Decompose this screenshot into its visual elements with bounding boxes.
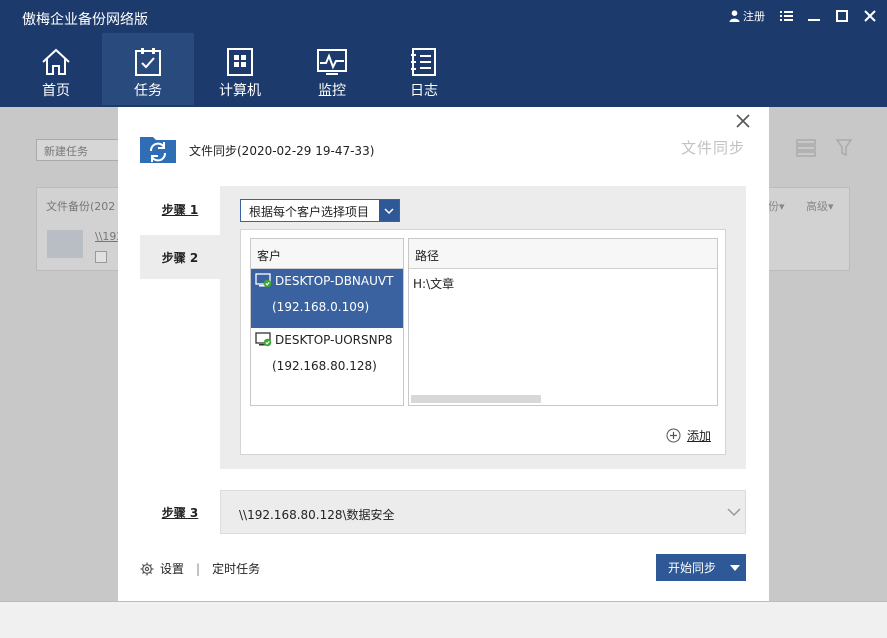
new-task-button[interactable]: 新建任务 (36, 139, 120, 161)
path-list: 路径 H:\文章 (408, 238, 718, 406)
minimize-button[interactable] (807, 9, 821, 23)
home-icon (42, 48, 70, 75)
horizontal-scrollbar[interactable] (411, 395, 541, 403)
nav-item-computer[interactable]: 计算机 (194, 33, 286, 105)
client-name: DESKTOP-UORSNP8 (275, 332, 393, 347)
dialog-footer-links: 设置 | 定时任务 (140, 560, 260, 577)
plus-circle-icon (666, 428, 681, 443)
start-sync-label: 开始同步 (667, 561, 716, 575)
schedule-link[interactable]: 定时任务 (212, 560, 260, 577)
folder-arrow-icon (47, 230, 83, 258)
menu-icon (779, 11, 793, 21)
filter-icon[interactable] (836, 139, 852, 157)
dialog-title: 文件同步(2020-02-29 19-47-33) (189, 144, 375, 158)
file-sync-dialog: 文件同步(2020-02-29 19-47-33) 文件同步 步骤 1 步骤 2… (118, 107, 769, 601)
monitor-icon (317, 49, 347, 75)
sync-folder-icon (140, 137, 176, 163)
menu-button[interactable] (779, 9, 793, 23)
path-column-header: 路径 (409, 239, 717, 269)
column-advanced[interactable]: 高级▾ (806, 198, 834, 214)
nav-label: 日志 (410, 83, 438, 99)
add-label: 添加 (686, 429, 711, 443)
app-title: 傲梅企业备份网络版 (22, 12, 148, 28)
task-card[interactable]: 文件备份(202 \\192 (36, 187, 123, 271)
app-header: 傲梅企业备份网络版 注册 首页 任务 计算机 监控 日志 (0, 0, 887, 107)
add-button[interactable]: 添加 (666, 427, 711, 444)
window-controls: 注册 (729, 8, 877, 24)
client-ip: (192.168.0.109) (272, 300, 370, 314)
register-label: 注册 (743, 10, 765, 23)
computer-online-icon (255, 332, 272, 347)
step-2-panel: 根据每个客户选择项目 客户 DESKTOP-DBNAUVT (192.168.0… (220, 186, 746, 469)
view-tools (796, 139, 852, 157)
register-button[interactable]: 注册 (729, 8, 765, 24)
user-icon (729, 10, 740, 22)
computer-icon (227, 48, 253, 76)
client-list: 客户 DESKTOP-DBNAUVT (192.168.0.109) DESKT… (250, 238, 404, 406)
minimize-icon (808, 19, 820, 21)
task-card-title: 文件备份(202 (46, 200, 116, 213)
gear-icon[interactable] (140, 562, 154, 576)
maximize-icon (836, 10, 848, 22)
client-item[interactable]: DESKTOP-UORSNP8 (192.168.80.128) (251, 328, 403, 387)
source-selection-panel: 客户 DESKTOP-DBNAUVT (192.168.0.109) DESKT… (240, 229, 726, 455)
maximize-button[interactable] (835, 9, 849, 23)
close-icon (864, 10, 876, 22)
nav-item-monitor[interactable]: 监控 (286, 33, 378, 105)
chevron-down-icon[interactable] (727, 507, 741, 517)
column-backup[interactable]: 份▾ (768, 198, 785, 214)
nav-label: 监控 (318, 83, 346, 99)
nav-label: 首页 (42, 83, 70, 99)
selection-mode-value: 根据每个客户选择项目 (249, 205, 370, 219)
step-2-tab[interactable]: 步骤 2 (140, 235, 220, 279)
task-card-checkbox[interactable] (95, 251, 107, 263)
nav-item-task[interactable]: 任务 (102, 33, 194, 105)
destination-path: \\192.168.80.128\数据安全 (239, 508, 395, 522)
path-item[interactable]: H:\文章 (409, 269, 717, 298)
close-icon[interactable] (735, 113, 751, 129)
step-3-tab[interactable]: 步骤 3 (140, 490, 220, 534)
divider: | (196, 561, 201, 576)
nav-item-home[interactable]: 首页 (10, 33, 102, 105)
client-name: DESKTOP-DBNAUVT (275, 273, 394, 288)
task-icon (135, 48, 161, 76)
log-icon (411, 48, 436, 76)
selection-mode-dropdown[interactable]: 根据每个客户选择项目 (240, 199, 400, 222)
main-nav: 首页 任务 计算机 监控 日志 (10, 33, 470, 105)
computer-online-icon (255, 273, 272, 288)
close-window-button[interactable] (863, 9, 877, 23)
start-sync-button[interactable]: 开始同步 (656, 554, 746, 581)
nav-label: 计算机 (219, 83, 261, 99)
chevron-down-icon[interactable] (379, 200, 399, 221)
status-strip (0, 601, 887, 638)
list-view-icon[interactable] (796, 139, 816, 157)
dialog-watermark: 文件同步 (680, 139, 745, 157)
nav-item-log[interactable]: 日志 (378, 33, 470, 105)
nav-label: 任务 (134, 83, 162, 99)
client-item[interactable]: DESKTOP-DBNAUVT (192.168.0.109) (251, 269, 403, 328)
client-column-header: 客户 (251, 239, 403, 269)
caret-down-icon[interactable] (724, 564, 746, 571)
destination-selector[interactable]: \\192.168.80.128\数据安全 (220, 490, 746, 534)
client-ip: (192.168.80.128) (272, 359, 377, 373)
settings-link[interactable]: 设置 (160, 560, 184, 577)
step-1-tab[interactable]: 步骤 1 (140, 187, 220, 231)
